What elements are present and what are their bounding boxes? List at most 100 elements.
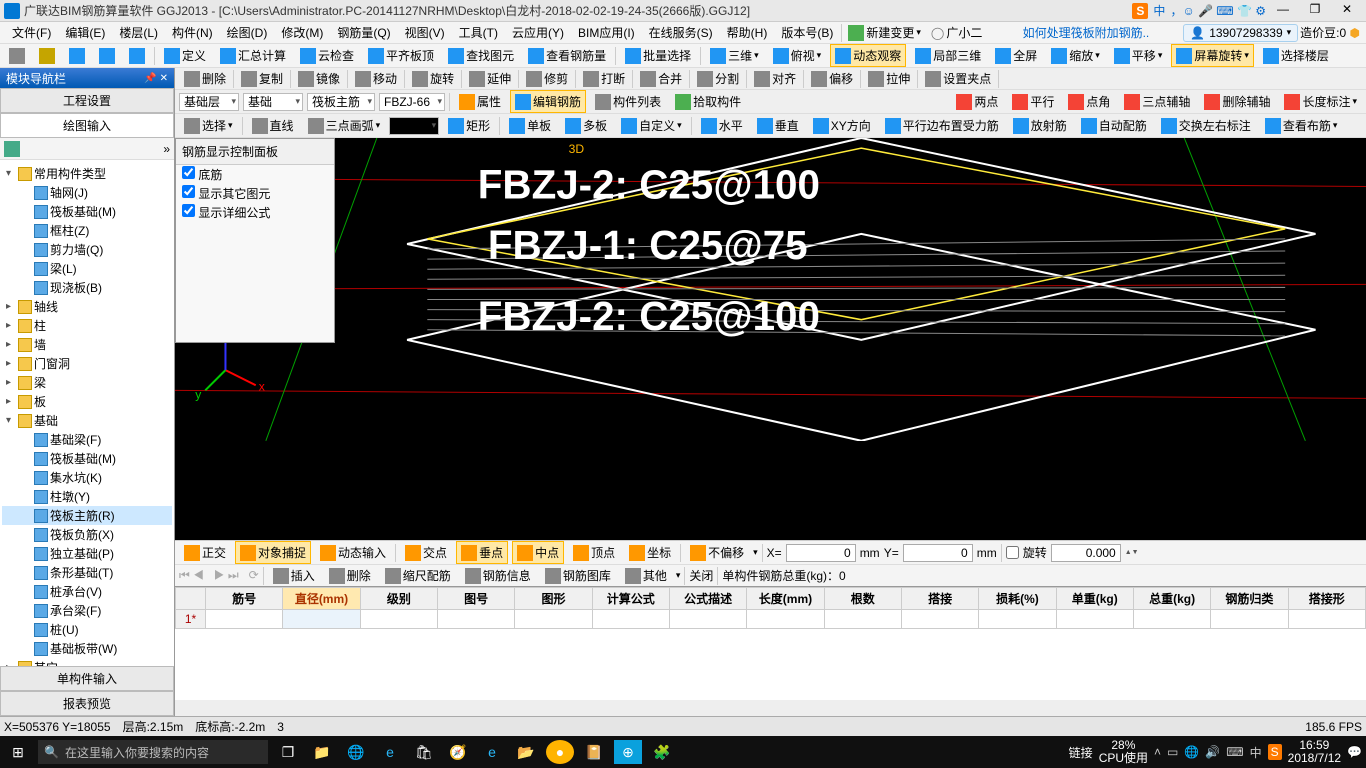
edit-镜像[interactable]: 镜像 bbox=[293, 68, 345, 90]
draw-选择[interactable]: 选择▾ bbox=[179, 114, 238, 137]
tb-动态观察[interactable]: 动态观察 bbox=[830, 44, 906, 67]
close-button[interactable]: ✕ bbox=[1332, 2, 1362, 20]
tb-屏幕旋转[interactable]: 屏幕旋转▾ bbox=[1171, 44, 1254, 67]
edit-复制[interactable]: 复制 bbox=[236, 68, 288, 90]
tree-其它[interactable]: ▸其它 bbox=[2, 658, 172, 666]
draw-多板[interactable]: 多板 bbox=[560, 114, 612, 137]
tb-三维[interactable]: 三维▾ bbox=[705, 44, 764, 67]
tree-梁(L)[interactable]: 梁(L) bbox=[2, 259, 172, 278]
new-change-button[interactable]: 新建变更▾ bbox=[844, 22, 925, 43]
tree-承台梁(F)[interactable]: 承台梁(F) bbox=[2, 601, 172, 620]
new-file-icon[interactable] bbox=[4, 45, 30, 67]
tree-基础[interactable]: ▾基础 bbox=[2, 411, 172, 430]
col-级别[interactable]: 级别 bbox=[360, 588, 437, 610]
sidebar-tab-draw[interactable]: 绘图输入 bbox=[0, 113, 174, 138]
taskbar-app-10[interactable]: ⊕ bbox=[614, 740, 642, 764]
edit-移动[interactable]: 移动 bbox=[350, 68, 402, 90]
panel-opt-3[interactable]: 显示详细公式 bbox=[176, 203, 334, 222]
tree-tool-icon[interactable] bbox=[4, 141, 20, 157]
y-input[interactable] bbox=[903, 544, 973, 562]
gridtb-缩尺配筋[interactable]: 缩尺配筋 bbox=[380, 564, 456, 586]
tray-sogou-icon[interactable]: S bbox=[1268, 744, 1282, 760]
edit-合并[interactable]: 合并 bbox=[635, 68, 687, 90]
tb-查看钢筋量[interactable]: 查看钢筋量 bbox=[523, 44, 611, 67]
tree-独立基础(P)[interactable]: 独立基础(P) bbox=[2, 544, 172, 563]
menu-修改(M)[interactable]: 修改(M) bbox=[275, 22, 329, 43]
tree-筏板主筋(R)[interactable]: 筏板主筋(R) bbox=[2, 506, 172, 525]
tb-查找图元[interactable]: 查找图元 bbox=[443, 44, 519, 67]
aux-两点[interactable]: 两点 bbox=[951, 90, 1003, 113]
col-图号[interactable]: 图号 bbox=[437, 588, 514, 610]
edit-对齐[interactable]: 对齐 bbox=[749, 68, 801, 90]
tb-汇总计算[interactable]: 汇总计算 bbox=[215, 44, 291, 67]
start-icon[interactable]: ⊞ bbox=[4, 740, 32, 764]
taskbar-app-6[interactable]: e bbox=[478, 740, 506, 764]
tree-轴线[interactable]: ▸轴线 bbox=[2, 297, 172, 316]
col-图形[interactable]: 图形 bbox=[515, 588, 592, 610]
tree-筏板负筋(X)[interactable]: 筏板负筋(X) bbox=[2, 525, 172, 544]
tree-轴网(J)[interactable]: 轴网(J) bbox=[2, 183, 172, 202]
tb-局部三维[interactable]: 局部三维 bbox=[910, 44, 986, 67]
draw-垂直[interactable]: 垂直 bbox=[752, 114, 804, 137]
edit-设置夹点[interactable]: 设置夹点 bbox=[920, 68, 996, 90]
osnap-不偏移[interactable]: 不偏移 bbox=[685, 541, 749, 564]
tree-柱墩(Y)[interactable]: 柱墩(Y) bbox=[2, 487, 172, 506]
aux-长度标注[interactable]: 长度标注▾ bbox=[1279, 90, 1362, 113]
taskbar-perf[interactable]: 28%CPU使用 bbox=[1099, 739, 1148, 765]
taskbar-app-8[interactable]: ● bbox=[546, 740, 574, 764]
col-根数[interactable]: 根数 bbox=[824, 588, 901, 610]
taskbar-app-4[interactable]: 🛍 bbox=[410, 740, 438, 764]
draw-交换左右标注[interactable]: 交换左右标注 bbox=[1156, 114, 1256, 137]
taskbar-search[interactable]: 🔍 在这里输入你要搜索的内容 bbox=[38, 740, 268, 764]
sidebar-tab-project[interactable]: 工程设置 bbox=[0, 88, 174, 113]
draw-color-select[interactable] bbox=[389, 117, 439, 135]
sidebar-btn-single[interactable]: 单构件输入 bbox=[0, 666, 174, 691]
menu-编辑(E)[interactable]: 编辑(E) bbox=[59, 22, 111, 43]
help-tip-link[interactable]: 如何处理筏板附加钢筋.. bbox=[1023, 24, 1150, 41]
edit-延伸[interactable]: 延伸 bbox=[464, 68, 516, 90]
aux-平行[interactable]: 平行 bbox=[1007, 90, 1059, 113]
tree-墙[interactable]: ▸墙 bbox=[2, 335, 172, 354]
tree-剪力墙(Q)[interactable]: 剪力墙(Q) bbox=[2, 240, 172, 259]
draw-直线[interactable]: 直线 bbox=[247, 114, 299, 137]
osnap-交点[interactable]: 交点 bbox=[400, 541, 452, 564]
ime-mode[interactable]: 中 bbox=[1150, 2, 1168, 19]
col-公式描述[interactable]: 公式描述 bbox=[669, 588, 746, 610]
draw-水平[interactable]: 水平 bbox=[696, 114, 748, 137]
tb-全屏[interactable]: 全屏 bbox=[990, 44, 1042, 67]
osnap-中点[interactable]: 中点 bbox=[512, 541, 564, 564]
ime-brand-icon[interactable]: S bbox=[1132, 3, 1148, 19]
current-user[interactable]: ◯广小二 bbox=[927, 22, 986, 43]
col-损耗(%)[interactable]: 损耗(%) bbox=[979, 588, 1056, 610]
tb-定义[interactable]: 定义 bbox=[159, 44, 211, 67]
redo-icon[interactable] bbox=[124, 45, 150, 67]
col-总重(kg)[interactable]: 总重(kg) bbox=[1133, 588, 1210, 610]
col-直径(mm)[interactable]: 直径(mm) bbox=[283, 588, 360, 610]
draw-平行边布置受力筋[interactable]: 平行边布置受力筋 bbox=[880, 114, 1004, 137]
rotate-check[interactable] bbox=[1006, 546, 1019, 559]
viewport-3d[interactable]: FBZJ-2: C25@100 FBZJ-1: C25@75 FBZJ-2: C… bbox=[175, 138, 1366, 540]
draw-放射筋[interactable]: 放射筋 bbox=[1008, 114, 1072, 137]
edit-rebar-button[interactable]: 编辑钢筋 bbox=[510, 90, 586, 113]
edit-拉伸[interactable]: 拉伸 bbox=[863, 68, 915, 90]
tree-板[interactable]: ▸板 bbox=[2, 392, 172, 411]
gridtb-钢筋图库[interactable]: 钢筋图库 bbox=[540, 564, 616, 586]
tb-平齐板顶[interactable]: 平齐板顶 bbox=[363, 44, 439, 67]
aux-三点辅轴[interactable]: 三点辅轴 bbox=[1119, 90, 1195, 113]
tb-云检查[interactable]: 云检查 bbox=[295, 44, 359, 67]
menu-绘图(D)[interactable]: 绘图(D) bbox=[221, 22, 274, 43]
gridtb-钢筋信息[interactable]: 钢筋信息 bbox=[460, 564, 536, 586]
tray-lang[interactable]: 中 bbox=[1250, 744, 1262, 761]
draw-自定义[interactable]: 自定义▾ bbox=[616, 114, 687, 137]
panel-opt-2[interactable]: 显示其它图元 bbox=[176, 184, 334, 203]
tree-现浇板(B)[interactable]: 现浇板(B) bbox=[2, 278, 172, 297]
aux-点角[interactable]: 点角 bbox=[1063, 90, 1115, 113]
taskbar-clock[interactable]: 16:592018/7/12 bbox=[1288, 739, 1341, 765]
taskbar-app-11[interactable]: 🧩 bbox=[648, 740, 676, 764]
tree-筏板基础(M)[interactable]: 筏板基础(M) bbox=[2, 202, 172, 221]
pick-component-button[interactable]: 拾取构件 bbox=[670, 90, 746, 113]
draw-自动配筋[interactable]: 自动配筋 bbox=[1076, 114, 1152, 137]
category-select[interactable]: 基础 bbox=[243, 93, 303, 111]
tray-up-icon[interactable]: ˄ bbox=[1154, 745, 1161, 759]
tree-梁[interactable]: ▸梁 bbox=[2, 373, 172, 392]
